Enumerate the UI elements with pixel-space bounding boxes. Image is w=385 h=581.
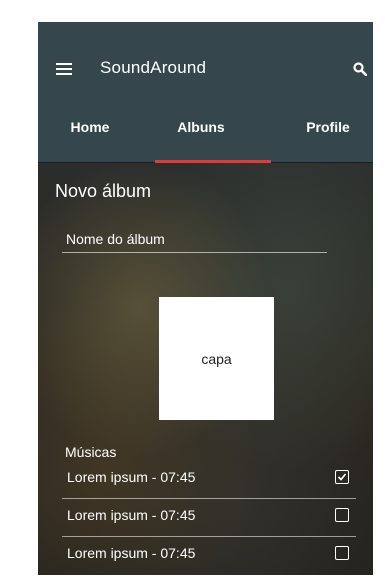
song-title: Lorem ipsum - 07:45 xyxy=(67,507,196,523)
tab-profile[interactable]: Profile xyxy=(288,117,368,162)
search-icon[interactable] xyxy=(353,62,368,77)
tab-home[interactable]: Home xyxy=(50,117,130,162)
song-title: Lorem ipsum - 07:45 xyxy=(67,469,196,485)
tab-bar: Home Albuns Profile xyxy=(38,117,373,162)
checkmark-icon xyxy=(337,473,347,481)
song-checkbox[interactable] xyxy=(335,546,349,560)
song-checkbox[interactable] xyxy=(335,508,349,522)
cover-label: capa xyxy=(201,350,232,367)
new-album-form: Novo álbum capa Músicas Lorem ipsum - 07… xyxy=(38,163,373,575)
tab-albuns[interactable]: Albuns xyxy=(146,117,256,162)
song-list-item[interactable]: Lorem ipsum - 07:45 xyxy=(62,460,356,499)
album-cover-upload[interactable]: capa xyxy=(159,297,274,420)
section-title: Novo álbum xyxy=(55,181,152,201)
song-checkbox-checked[interactable] xyxy=(335,470,349,484)
song-list-item[interactable]: Lorem ipsum - 07:45 xyxy=(62,498,356,537)
songs-label: Músicas xyxy=(65,444,117,460)
phone-screen: SoundAround Home Albuns Profile Novo álb… xyxy=(38,22,373,575)
song-title: Lorem ipsum - 07:45 xyxy=(67,545,196,561)
song-list-item[interactable]: Lorem ipsum - 07:45 xyxy=(62,536,356,574)
app-title: SoundAround xyxy=(100,58,207,77)
app-bar: SoundAround Home Albuns Profile xyxy=(38,22,373,162)
menu-icon[interactable] xyxy=(56,63,72,76)
album-name-input[interactable] xyxy=(62,225,327,253)
